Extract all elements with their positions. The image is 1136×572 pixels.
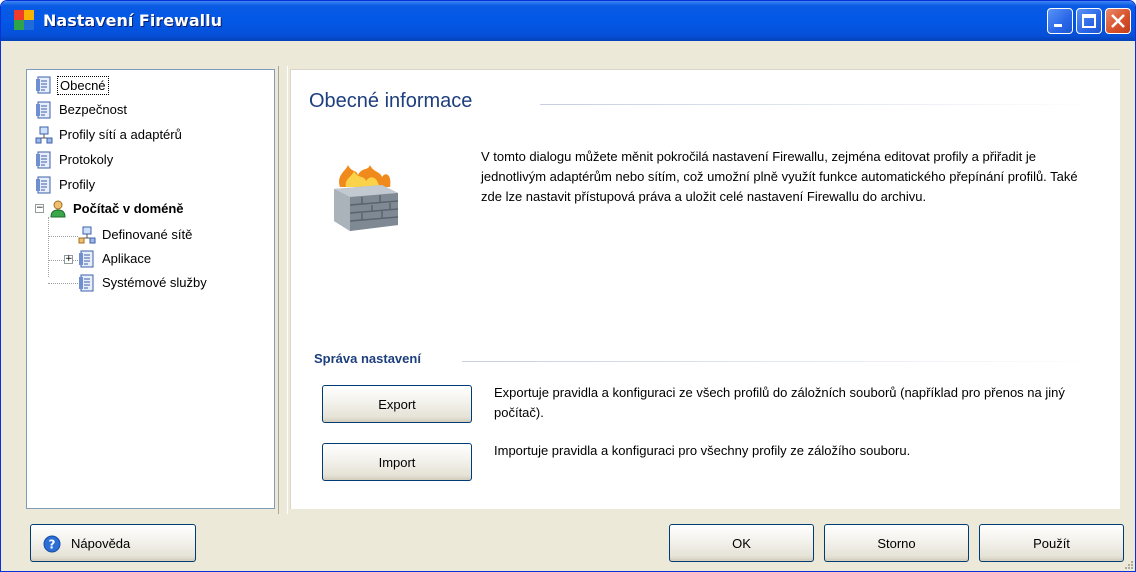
section-title-settings-management: Správa nastavení [314,351,421,366]
apply-button[interactable]: Použít [979,524,1124,562]
document-icon [79,274,94,292]
collapse-toggle[interactable]: − [35,204,44,213]
maximize-icon [1082,14,1096,28]
maximize-button[interactable] [1076,8,1102,34]
network-icon [35,126,53,144]
avg-logo-icon [14,10,34,30]
title-bar[interactable]: Nastavení Firewallu [1,1,1135,41]
network-icon [78,226,96,244]
panel-splitter[interactable] [278,66,288,514]
document-icon [36,101,51,119]
import-description: Importuje pravidla a konfiguraci pro vše… [494,443,911,458]
help-button[interactable]: ? Nápověda [30,524,196,562]
svg-text:?: ? [49,538,56,552]
tree-connector [48,283,78,284]
expand-toggle[interactable]: + [64,255,73,264]
close-button[interactable] [1105,8,1131,34]
user-icon [50,200,66,218]
help-icon: ? [43,535,61,553]
document-icon [36,151,51,169]
page-title: Obecné informace [309,90,473,112]
close-icon [1111,14,1125,28]
tree-connector [48,217,49,277]
general-description: V tomto dialogu můžete měnit pokročilá n… [481,149,1078,204]
minimize-button[interactable] [1047,8,1073,34]
minimize-icon [1054,24,1062,27]
ok-button[interactable]: OK [669,524,814,562]
window-title: Nastavení Firewallu [43,11,222,30]
export-button[interactable]: Export [322,385,472,423]
firewall-wall-icon [334,165,399,231]
document-icon [36,176,51,194]
resize-grip-icon[interactable] [1124,560,1134,570]
settings-tree[interactable]: Obecné Bezpečnost Profily sítí a adaptér… [26,69,275,509]
document-icon [36,76,51,94]
document-icon [79,250,94,268]
section-divider [462,361,1102,362]
heading-divider [540,104,1100,105]
import-button[interactable]: Import [322,443,472,481]
tree-connector [48,260,78,261]
export-description: Exportuje pravidla a konfiguraci ze všec… [494,385,1065,420]
tree-connector [48,236,78,237]
cancel-button[interactable]: Storno [824,524,969,562]
